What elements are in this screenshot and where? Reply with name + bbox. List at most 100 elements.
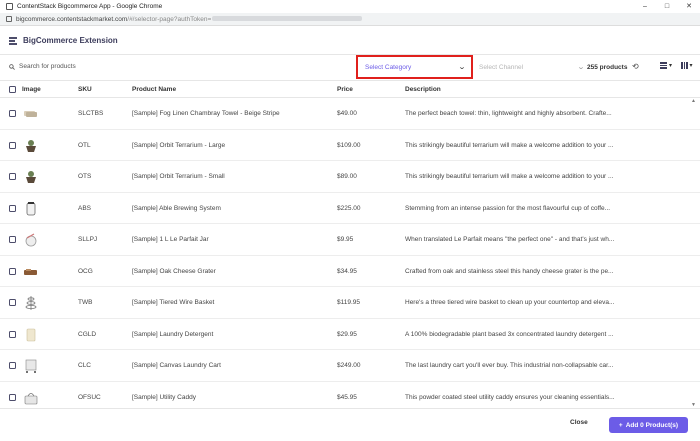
cell-sku: OFSUC (78, 393, 101, 401)
product-thumbnail (25, 296, 37, 310)
window-title: ContentStack Bigcommerce App - Google Ch… (17, 3, 163, 10)
search-input[interactable] (19, 63, 139, 70)
row-checkbox[interactable] (9, 362, 16, 369)
scrollbar[interactable]: ▲ ▼ (690, 98, 696, 408)
table-row[interactable]: OTS [Sample] Orbit Terrarium - Small $89.0… (0, 161, 700, 193)
row-checkbox[interactable] (9, 204, 16, 212)
product-thumbnail (26, 139, 36, 152)
chevron-down-icon: ⌄ (457, 64, 467, 71)
cell-price: $9.95 (337, 236, 354, 243)
column-header-description[interactable]: Description (405, 86, 441, 93)
cell-description: The last laundry cart you'll ever buy. T… (405, 362, 614, 369)
redacted-token (212, 16, 363, 22)
product-thumbnail (24, 392, 38, 404)
cell-description: Crafted from oak and stainless steel thi… (405, 267, 614, 275)
cell-product-name: [Sample] Fog Linen Chambray Towel - Beig… (132, 110, 280, 117)
cell-price: $225.00 (337, 204, 361, 212)
cell-price: $89.00 (337, 173, 357, 180)
cell-product-name: [Sample] Utility Caddy (132, 393, 196, 401)
table-row[interactable]: CGLD [Sample] Laundry Detergent $29.95 A 10… (0, 319, 700, 350)
row-checkbox[interactable] (9, 393, 16, 401)
row-density-button[interactable]: ▾ (660, 62, 672, 69)
channel-select[interactable]: Select Channel ⌄ (479, 63, 586, 72)
category-select-label: Select Category (365, 63, 412, 71)
search-box[interactable] (9, 63, 139, 70)
chevron-down-icon: ▾ (669, 63, 673, 69)
window-titlebar: ContentStack Bigcommerce App - Google Ch… (0, 0, 700, 13)
product-thumbnail (24, 268, 37, 275)
column-header-price[interactable]: Price (337, 86, 353, 93)
cell-sku: SLCTBS (78, 110, 104, 117)
app-header: BigCommerce Extension (0, 27, 700, 55)
row-checkbox[interactable] (9, 299, 16, 306)
url-path: /#/selector-page?authToken= (127, 15, 212, 23)
table-row[interactable]: ABS [Sample] Able Brewing System $225.00 St… (0, 193, 700, 224)
add-products-label: Add 0 Product(s) (625, 421, 679, 429)
search-icon (9, 63, 15, 70)
list-view-icon (660, 62, 667, 69)
product-thumbnail (25, 233, 37, 247)
cell-description: The perfect beach towel: thin, lightweig… (405, 110, 612, 117)
cell-sku: ABS (78, 204, 92, 212)
table-header: Image SKU Product Name Price Description (0, 81, 700, 98)
table-row[interactable]: OFSUC [Sample] Utility Caddy $45.95 This po… (0, 382, 700, 409)
row-checkbox[interactable] (9, 236, 16, 243)
cell-price: $34.95 (337, 267, 357, 275)
footer: Close + Add 0 Product(s) (0, 408, 700, 441)
scroll-up-icon[interactable]: ▲ (691, 98, 696, 104)
minimize-icon[interactable]: – (634, 0, 656, 13)
channel-select-label: Select Channel (479, 63, 524, 71)
cell-sku: OCG (78, 267, 93, 275)
column-header-sku[interactable]: SKU (78, 86, 92, 93)
cell-description: When translated Le Parfait means "the pe… (405, 236, 615, 243)
table-row[interactable]: CLC [Sample] Canvas Laundry Cart $249.00 Th… (0, 350, 700, 382)
cell-sku: CGLD (78, 330, 97, 338)
cell-description: This strikingly beautiful terrarium will… (405, 173, 614, 180)
cell-price: $249.00 (337, 362, 361, 369)
cell-description: This strikingly beautiful terrarium will… (405, 141, 614, 149)
cell-sku: OTL (78, 141, 91, 149)
row-checkbox[interactable] (9, 173, 16, 180)
cell-price: $49.00 (337, 110, 357, 117)
product-thumbnail (25, 359, 37, 373)
column-picker-button[interactable]: ▾ (681, 62, 693, 69)
refresh-icon[interactable]: ⟲ (632, 62, 639, 71)
close-window-icon[interactable]: ✕ (678, 0, 700, 13)
cell-product-name: [Sample] 1 L Le Parfait Jar (132, 236, 209, 243)
cell-product-name: [Sample] Tiered Wire Basket (132, 299, 215, 306)
product-thumbnail (24, 111, 37, 117)
address-bar[interactable]: bigcommerce.contentstackmarket.com/#/sel… (0, 13, 700, 26)
select-all-checkbox[interactable] (9, 86, 16, 93)
add-products-button[interactable]: + Add 0 Product(s) (609, 417, 688, 433)
column-header-name[interactable]: Product Name (132, 86, 176, 93)
table-row[interactable]: SLCTBS [Sample] Fog Linen Chambray Towel … (0, 98, 700, 130)
bigcommerce-logo-icon (9, 36, 17, 45)
column-header-image[interactable]: Image (22, 86, 41, 93)
maximize-icon[interactable]: □ (656, 0, 678, 13)
product-table-body: SLCTBS [Sample] Fog Linen Chambray Towel … (0, 98, 700, 408)
table-row[interactable]: SLLPJ [Sample] 1 L Le Parfait Jar $9.95 Whe… (0, 224, 700, 256)
row-checkbox[interactable] (9, 267, 16, 275)
row-checkbox[interactable] (9, 110, 16, 117)
row-checkbox[interactable] (9, 141, 16, 149)
url-text: bigcommerce.contentstackmarket.com/#/sel… (16, 15, 363, 23)
table-row[interactable]: OCG [Sample] Oak Cheese Grater $34.95 Craft… (0, 256, 700, 287)
product-count: 255 products (587, 64, 628, 71)
cell-product-name: [Sample] Oak Cheese Grater (132, 267, 216, 275)
cell-price: $29.95 (337, 330, 357, 338)
chevron-down-icon: ▾ (689, 63, 693, 69)
url-host: bigcommerce.contentstackmarket.com (16, 15, 128, 23)
cell-description: A 100% biodegradable plant based 3x conc… (405, 330, 614, 338)
cell-sku: CLC (78, 362, 92, 369)
table-row[interactable]: TWB [Sample] Tiered Wire Basket $119.95 Her… (0, 287, 700, 319)
close-button[interactable]: Close (570, 419, 588, 426)
cell-product-name: [Sample] Orbit Terrarium - Large (132, 141, 226, 149)
cell-sku: OTS (78, 173, 92, 180)
category-select[interactable]: Select Category ⌄ (356, 55, 473, 79)
row-checkbox[interactable] (9, 330, 16, 338)
cell-sku: TWB (78, 299, 93, 306)
table-row[interactable]: OTL [Sample] Orbit Terrarium - Large $109.… (0, 130, 700, 161)
cell-product-name: [Sample] Orbit Terrarium - Small (132, 173, 225, 180)
chevron-down-icon: ⌄ (576, 64, 586, 71)
plus-icon: + (618, 421, 623, 429)
